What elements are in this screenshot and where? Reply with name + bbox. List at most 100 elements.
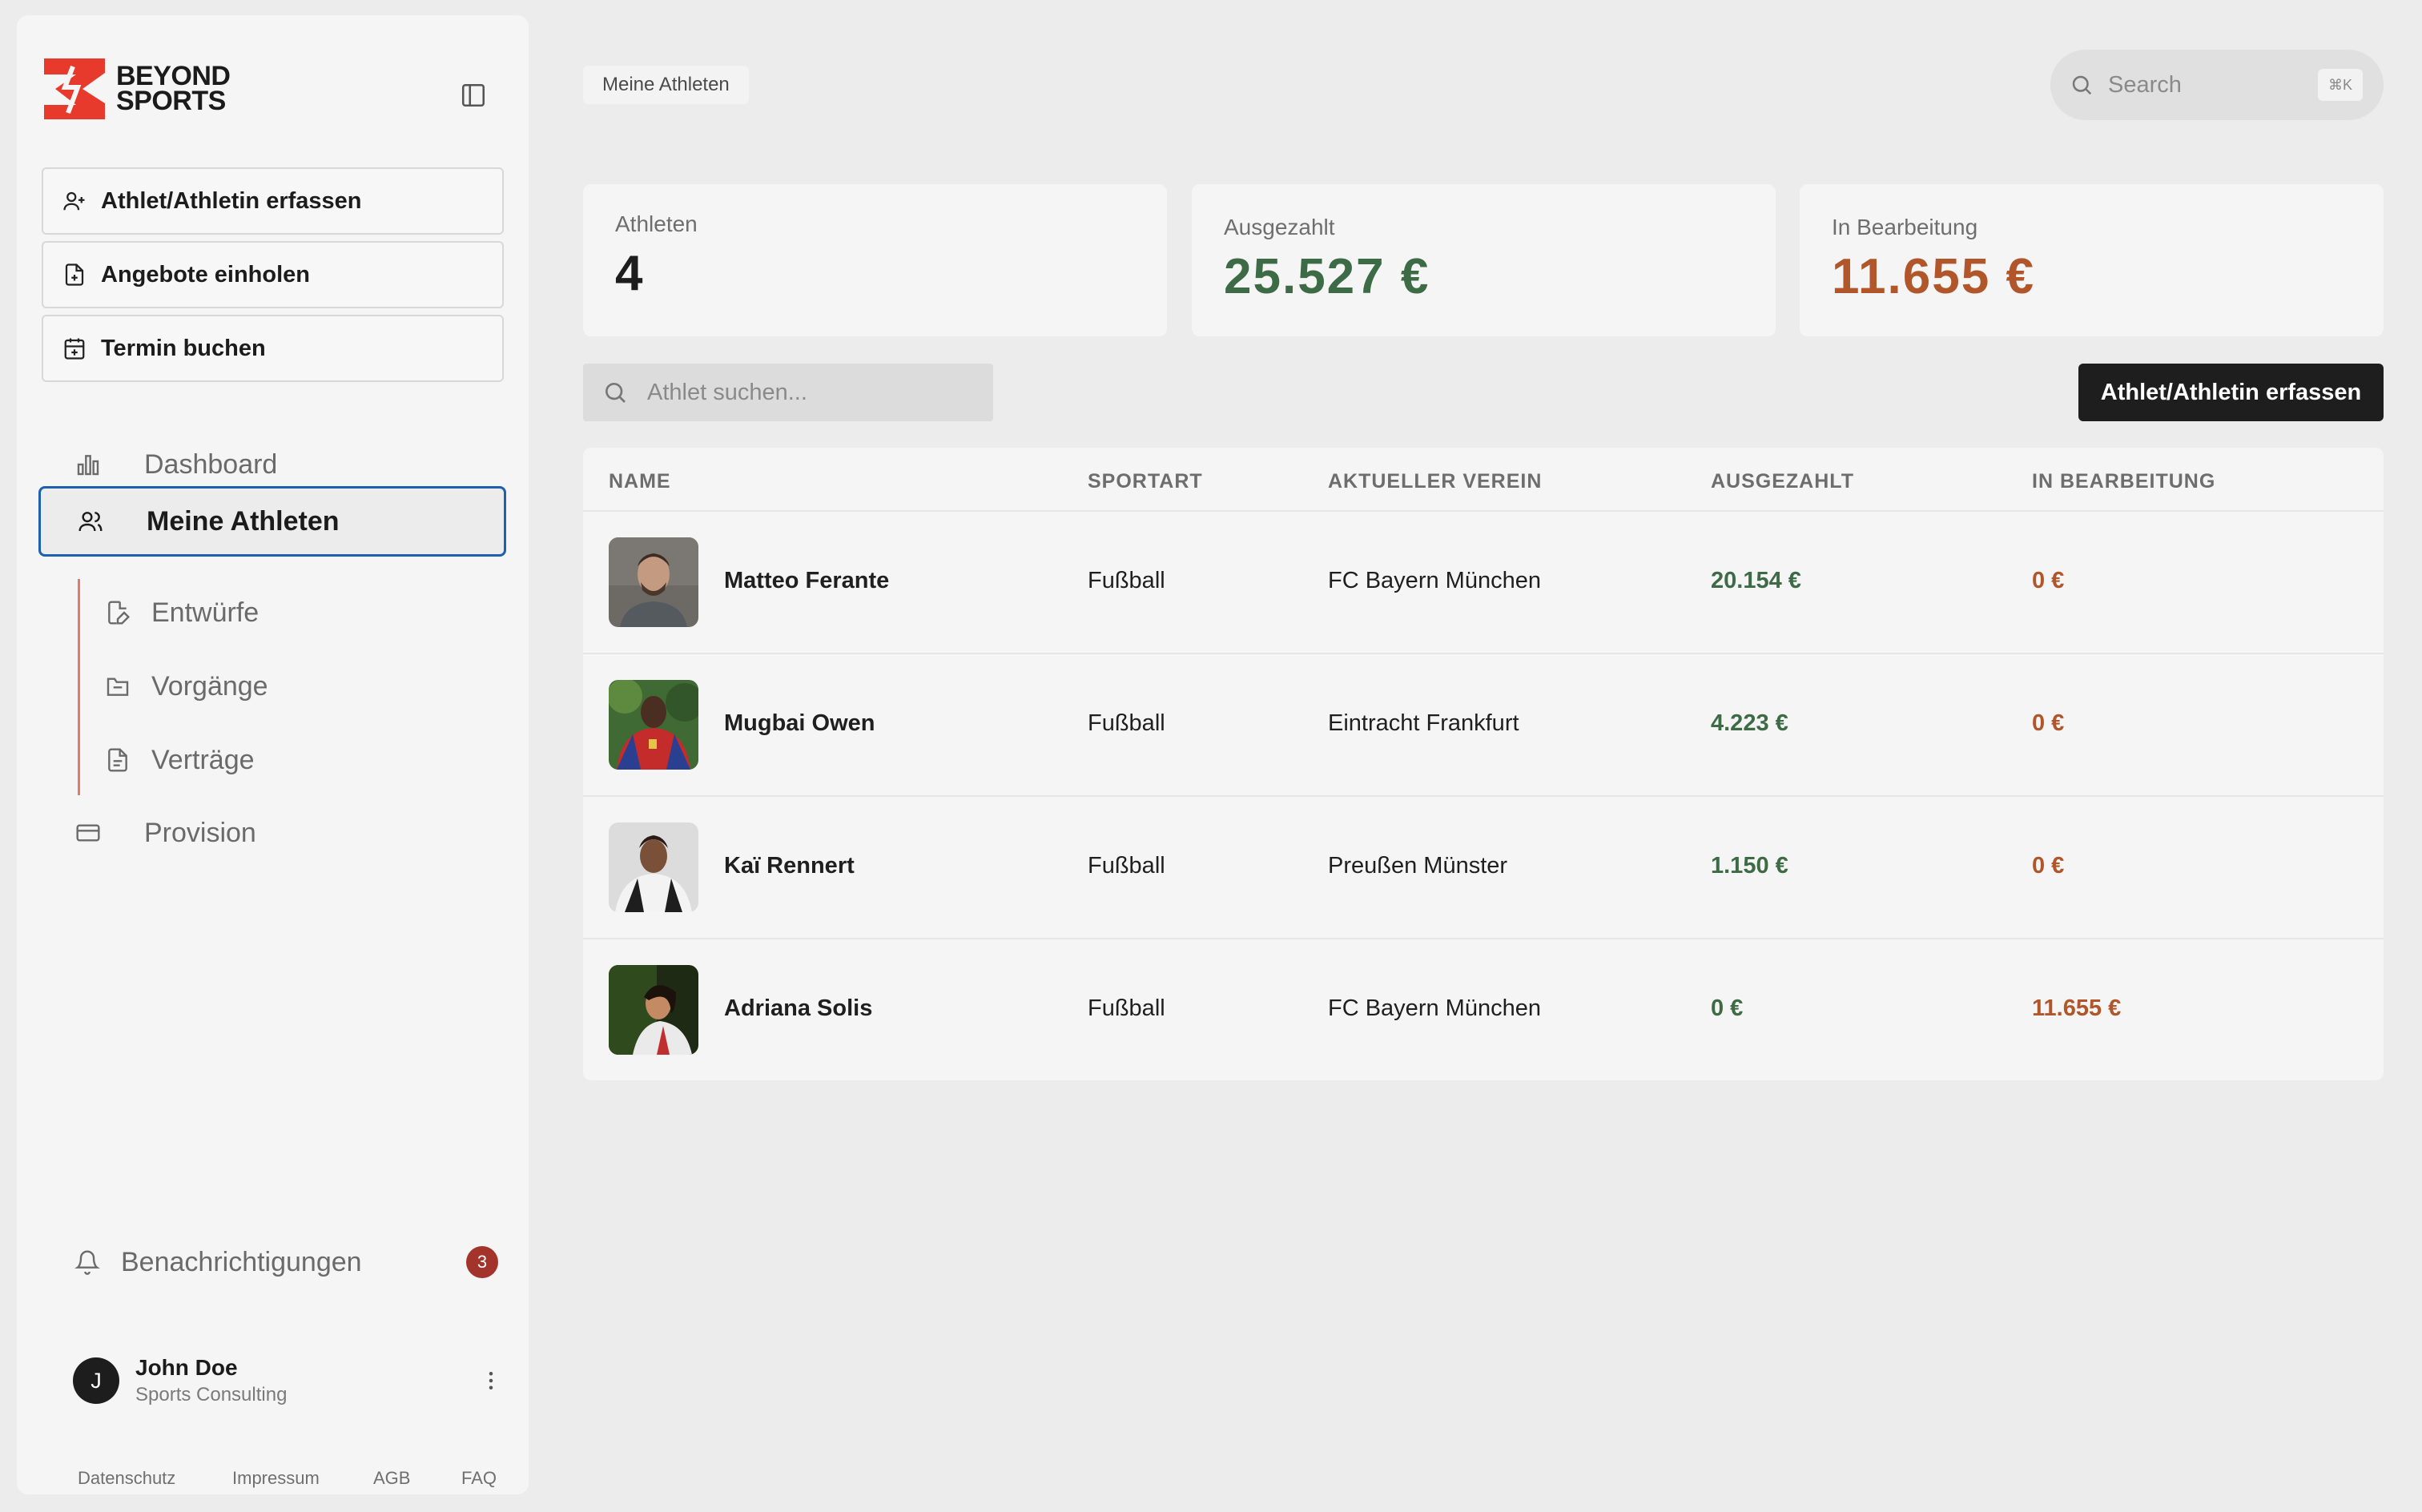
athlete-photo [609, 822, 698, 912]
athlete-paid: 20.154 € [1711, 568, 1801, 593]
athlete-sport: Fußball [1088, 710, 1165, 736]
notifications-label: Benachrichtigungen [121, 1246, 362, 1277]
athlete-club: Eintracht Frankfurt [1328, 710, 1519, 736]
nav-vertraege-label: Verträge [151, 744, 255, 775]
file-plus-icon [65, 263, 84, 286]
nav-vorgaenge-label: Vorgänge [151, 670, 268, 702]
sidebar: BEYOND SPORTS Athlet/Athletin erfassen A… [17, 15, 529, 1494]
add-athlete-button[interactable]: Athlet/Athletin erfassen [42, 167, 504, 235]
table-row[interactable]: Mugbai Owen Fußball Eintracht Frankfurt … [583, 654, 2384, 797]
bar-chart-icon [77, 455, 99, 476]
brand-mark-icon [44, 58, 105, 119]
athlete-photo [609, 537, 698, 627]
stat-value: 4 [615, 246, 645, 301]
brand-wordmark: BEYOND SPORTS [116, 62, 231, 116]
sub-nav-rail [78, 579, 80, 795]
table-header: NAME SPORTART AKTUELLER VEREIN AUSGEZAHL… [583, 448, 2384, 512]
search-shortcut-hint: ⌘K [2318, 69, 2363, 101]
add-athlete-label: Athlet/Athletin erfassen [101, 187, 362, 214]
column-header-ausgezahlt[interactable]: AUSGEZAHLT [1711, 470, 1854, 493]
more-vertical-icon [489, 1372, 493, 1389]
file-text-icon [108, 748, 127, 772]
athlete-paid: 1.150 € [1711, 853, 1788, 879]
footer-link-datenschutz[interactable]: Datenschutz [78, 1468, 232, 1489]
stat-label: Athleten [615, 211, 698, 236]
stat-card-in-bearbeitung: In Bearbeitung 11.655 € [1800, 184, 2384, 336]
athlete-name: Mugbai Owen [724, 710, 875, 736]
search-icon [2072, 75, 2092, 95]
athlete-sport: Fußball [1088, 853, 1165, 879]
nav-provision-label: Provision [144, 817, 256, 848]
sidebar-toggle-icon [461, 83, 485, 107]
user-plus-icon [63, 191, 85, 211]
column-header-verein[interactable]: AKTUELLER VEREIN [1328, 470, 1542, 493]
athlete-sport: Fußball [1088, 568, 1165, 593]
book-appointment-button[interactable]: Termin buchen [42, 315, 504, 382]
brand-line-2: SPORTS [116, 86, 226, 116]
nav-provision[interactable]: Provision [38, 798, 506, 868]
athlete-club: FC Bayern München [1328, 995, 1541, 1021]
table-row[interactable]: Adriana Solis Fußball FC Bayern München … [583, 939, 2384, 1082]
column-header-name[interactable]: NAME [609, 470, 671, 493]
user-profile[interactable]: J John Doe Sports Consulting [73, 1353, 512, 1409]
user-name: John Doe [135, 1355, 238, 1380]
collapse-sidebar-button[interactable] [456, 78, 491, 113]
athlete-name: Kaï Rennert [724, 853, 855, 879]
global-search-input[interactable]: Search ⌘K [2050, 50, 2384, 120]
stat-label: In Bearbeitung [1832, 215, 1978, 239]
footer-link-agb[interactable]: AGB [373, 1468, 461, 1489]
notification-count-badge: 3 [466, 1246, 498, 1278]
nav-dashboard-label: Dashboard [144, 448, 278, 480]
athlete-paid: 0 € [1711, 995, 1744, 1021]
file-pen-icon [108, 601, 131, 625]
bell-icon [74, 1250, 100, 1275]
request-offers-label: Angebote einholen [101, 261, 310, 288]
nav-meine-athleten[interactable]: Meine Athleten [38, 486, 506, 557]
nav-vertraege[interactable]: Verträge [91, 728, 491, 792]
notifications-item[interactable]: Benachrichtigungen 3 [55, 1234, 512, 1290]
book-appointment-label: Termin buchen [101, 335, 266, 361]
search-icon [606, 383, 626, 403]
avatar: J [73, 1357, 119, 1404]
footer-links: Datenschutz Impressum AGB FAQ [78, 1468, 497, 1489]
add-athlete-primary-button[interactable]: Athlet/Athletin erfassen [2078, 364, 2384, 421]
athlete-photo [609, 680, 698, 770]
athlete-sport: Fußball [1088, 995, 1165, 1021]
column-header-sportart[interactable]: SPORTART [1088, 470, 1203, 493]
user-role: Sports Consulting [135, 1384, 288, 1405]
stat-card-athleten: Athleten 4 [583, 184, 1167, 336]
athlete-photo [609, 965, 698, 1055]
athlete-pending: 11.655 € [2032, 995, 2122, 1021]
request-offers-button[interactable]: Angebote einholen [42, 241, 504, 308]
folder-icon [107, 678, 129, 696]
brand-logo[interactable]: BEYOND SPORTS [41, 57, 231, 121]
stat-value: 25.527 € [1224, 249, 1430, 304]
global-search-placeholder: Search [2108, 71, 2182, 98]
stat-card-ausgezahlt: Ausgezahlt 25.527 € [1192, 184, 1776, 336]
athlete-paid: 4.223 € [1711, 710, 1788, 736]
athlete-pending: 0 € [2032, 710, 2065, 736]
breadcrumb[interactable]: Meine Athleten [583, 66, 749, 104]
athlete-name: Adriana Solis [724, 995, 873, 1021]
footer-link-impressum[interactable]: Impressum [232, 1468, 373, 1489]
athlete-name: Matteo Ferante [724, 568, 890, 593]
credit-card-icon [76, 824, 100, 842]
athlete-search-input[interactable]: Athlet suchen... [583, 364, 993, 421]
athlete-search-placeholder: Athlet suchen... [647, 379, 807, 405]
athlete-club: Preußen Münster [1328, 853, 1508, 879]
athlete-pending: 0 € [2032, 853, 2065, 879]
user-menu-button[interactable] [475, 1365, 507, 1397]
stat-value: 11.655 € [1832, 249, 2035, 304]
table-row[interactable]: Kaï Rennert Fußball Preußen Münster 1.15… [583, 797, 2384, 939]
nav-entwuerfe[interactable]: Entwürfe [91, 581, 491, 645]
nav-vorgaenge[interactable]: Vorgänge [91, 654, 491, 718]
users-icon [78, 512, 103, 532]
athlete-club: FC Bayern München [1328, 568, 1541, 593]
footer-link-faq[interactable]: FAQ [461, 1468, 497, 1489]
athletes-table: NAME SPORTART AKTUELLER VEREIN AUSGEZAHL… [583, 448, 2384, 1080]
column-header-in-bearbeitung[interactable]: IN BEARBEITUNG [2032, 470, 2215, 493]
nav-entwuerfe-label: Entwürfe [151, 597, 260, 628]
table-row[interactable]: Matteo Ferante Fußball FC Bayern München… [583, 512, 2384, 654]
stat-label: Ausgezahlt [1224, 215, 1335, 239]
athlete-pending: 0 € [2032, 568, 2065, 593]
